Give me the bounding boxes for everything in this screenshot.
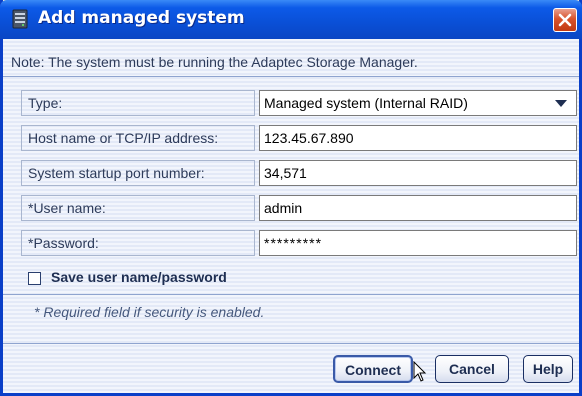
password-label: *Password: <box>21 230 255 256</box>
username-input[interactable]: admin <box>259 195 577 221</box>
connect-button-label: Connect <box>345 362 401 378</box>
password-input[interactable]: ********* <box>259 230 577 256</box>
note-text: Note: The system must be running the Ada… <box>11 54 418 70</box>
host-label: Host name or TCP/IP address: <box>21 125 255 151</box>
server-icon <box>12 9 28 29</box>
username-label: *User name: <box>21 195 255 221</box>
help-button[interactable]: Help <box>523 355 573 383</box>
type-select[interactable]: Managed system (Internal RAID) <box>259 90 577 116</box>
add-managed-system-dialog: Add managed system Note: The system must… <box>0 0 582 396</box>
type-label: Type: <box>21 90 255 116</box>
cancel-button[interactable]: Cancel <box>435 355 509 383</box>
required-note: * Required field if security is enabled. <box>34 304 265 320</box>
port-input[interactable]: 34,571 <box>259 160 577 186</box>
type-selected-value: Managed system (Internal RAID) <box>264 95 468 111</box>
divider <box>3 343 579 344</box>
dialog-title: Add managed system <box>38 8 245 28</box>
chevron-down-icon[interactable] <box>548 92 574 114</box>
close-icon <box>558 13 572 27</box>
save-credentials-checkbox[interactable] <box>28 272 41 285</box>
port-label: System startup port number: <box>21 160 255 186</box>
cancel-button-label: Cancel <box>449 361 495 377</box>
divider <box>3 294 579 295</box>
dialog-body: Note: The system must be running the Ada… <box>3 39 579 393</box>
help-button-label: Help <box>532 361 564 377</box>
host-input[interactable]: 123.45.67.890 <box>259 125 577 151</box>
close-button[interactable] <box>553 8 577 32</box>
connection-form: Type: Managed system (Internal RAID) Hos… <box>21 90 577 262</box>
divider <box>3 76 579 77</box>
connect-button[interactable]: Connect <box>333 355 413 383</box>
title-bar[interactable]: Add managed system <box>0 0 582 39</box>
save-credentials-label[interactable]: Save user name/password <box>51 269 227 285</box>
mouse-pointer-icon <box>413 361 427 382</box>
